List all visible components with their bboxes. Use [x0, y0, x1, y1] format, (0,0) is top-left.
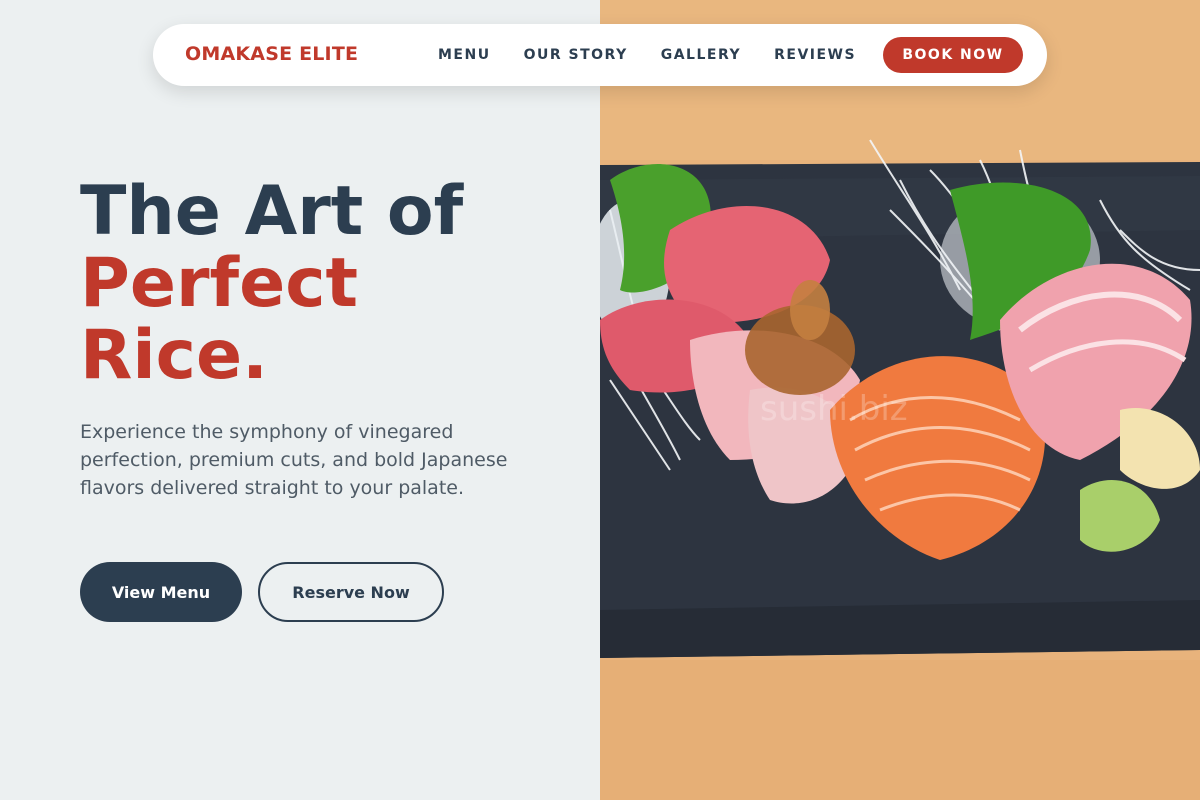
reserve-now-button[interactable]: Reserve Now — [258, 562, 444, 622]
nav-link-gallery[interactable]: GALLERY — [661, 47, 741, 63]
nav-link-menu[interactable]: MENU — [438, 47, 491, 63]
image-watermark: sushi.biz — [760, 389, 908, 429]
sashimi-platter-image: sushi.biz — [600, 0, 1200, 800]
hero-title-accent-line3: Rice. — [80, 316, 268, 395]
hero-title-line1: The Art of — [80, 172, 464, 251]
view-menu-button[interactable]: View Menu — [80, 562, 242, 622]
nav-links: MENU OUR STORY GALLERY REVIEWS — [438, 47, 889, 63]
hero-description: Experience the symphony of vinegared per… — [80, 421, 508, 499]
hero-image-panel: sushi.biz — [600, 0, 1200, 800]
top-navbar: OMAKASE ELITE MENU OUR STORY GALLERY REV… — [153, 24, 1047, 86]
book-now-button[interactable]: BOOK NOW — [883, 37, 1023, 73]
nav-link-reviews[interactable]: REVIEWS — [774, 47, 856, 63]
brand-logo[interactable]: OMAKASE ELITE — [185, 43, 358, 65]
hero-title: The Art of Perfect Rice. — [80, 176, 463, 392]
hero-title-accent-line2: Perfect — [80, 244, 359, 323]
nav-link-our-story[interactable]: OUR STORY — [524, 47, 628, 63]
hero-left-panel: The Art of Perfect Rice. Experience the … — [0, 0, 600, 800]
